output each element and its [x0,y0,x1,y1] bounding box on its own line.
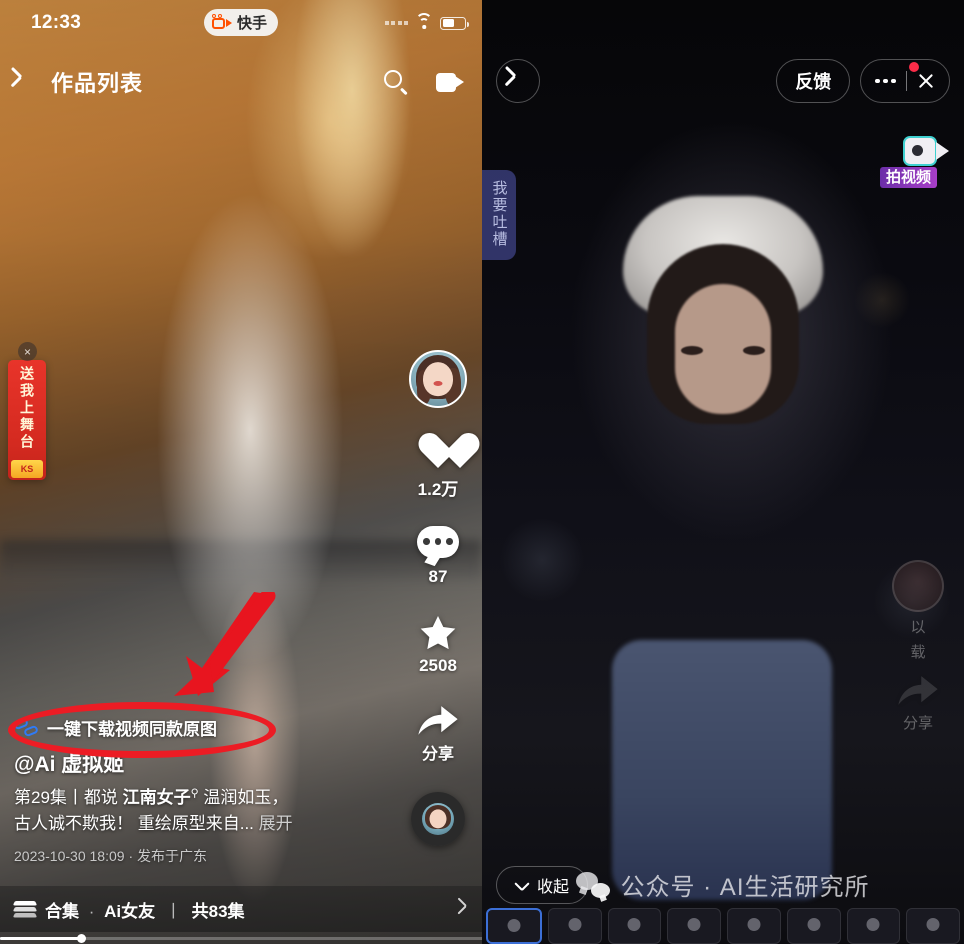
close-icon[interactable] [917,72,935,90]
promo-badge: KS [11,460,43,478]
thumbnail-item[interactable] [607,908,662,944]
more-dots-icon[interactable] [875,78,896,84]
wifi-icon [415,12,433,30]
shoot-video-badge[interactable]: 拍视频 [880,136,964,188]
collection-label: 合集 [45,901,79,921]
thumbnail-item[interactable] [906,908,960,944]
like-count: 1.2万 [417,480,459,499]
annotation-arrow-left [174,592,276,696]
status-bar: 12:33 快手 [0,0,482,46]
dimmed-text-1: 以 [910,619,926,636]
share-arrow-icon [418,706,458,735]
promo-banner-text: 送我上舞台 [19,366,35,451]
collection-divider: 丨 [164,901,182,921]
collection-separator: · [88,901,95,921]
more-close-group[interactable] [860,59,950,103]
wechat-icon [576,871,611,898]
thumbnail-item[interactable] [547,908,602,944]
favorite-button[interactable]: 2508 [417,613,459,676]
comment-count: 87 [428,567,448,586]
favorite-count: 2508 [419,656,457,675]
status-clock: 12:33 [31,12,82,33]
video-description: 第29集丨都说 江南女子⚲ 温润如玉， 古人诚不欺我！ 重绘原型来自... 展开 [14,785,394,836]
desc-prefix: 第29集丨都说 [14,788,123,807]
star-icon [420,616,456,650]
back-icon[interactable] [18,71,31,93]
thumbnail-item[interactable] [846,908,901,944]
kuaishou-app-badge: 快手 [203,9,279,36]
like-button[interactable]: 1.2万 [417,434,459,500]
dimmed-avatar [892,560,944,612]
watermark: 公众号 · AI生活研究所 [482,867,964,902]
share-label: 分享 [421,746,454,763]
dimmed-share-label: 分享 [902,715,933,732]
collection-bar[interactable]: 合集 · Ai女友 丨 共83集 [0,886,482,932]
desc-hashtag[interactable]: 江南女子 [123,788,191,807]
status-indicators [384,12,469,30]
dimmed-action-rail: 以 载 分享 [886,560,950,733]
desc-suffix: 温润如玉， [198,788,289,807]
video-timestamp: 2023-10-30 18:09 [14,848,125,864]
layers-icon [12,900,38,918]
music-disc[interactable] [411,792,465,846]
annotation-ellipse [8,702,276,758]
notification-dot [909,62,919,72]
kuaishou-logo-icon [211,14,232,30]
bg-model-figure [623,196,823,496]
collection-name: Ai女友 [104,901,156,921]
battery-icon [440,16,469,30]
search-icon[interactable] [384,70,408,96]
thumbnail-item[interactable] [667,908,721,944]
header-actions [384,70,464,96]
video-progress-bar[interactable] [0,934,482,943]
share-button[interactable]: 分享 [416,702,460,764]
action-rail: 1.2万 87 2508 分享 [406,350,470,846]
left-header: 作品列表 [0,58,482,106]
chevron-right-icon[interactable] [458,901,468,918]
thumbnail-filmstrip[interactable] [482,904,964,944]
comment-button[interactable]: 87 [417,526,459,587]
promo-close-icon[interactable]: × [18,342,37,361]
feedback-side-tab-label: 我要吐槽 [490,180,508,248]
page-title: 作品列表 [51,71,144,96]
signal-dots-icon [384,21,408,25]
expand-link[interactable]: 展开 [259,814,293,833]
thumbnail-item[interactable] [727,908,781,944]
kuaishou-label: 快手 [236,15,268,32]
dimmed-text-2: 载 [910,644,926,661]
right-screen: 反馈 我要吐槽 拍视频 以 载 分享 收起 公众号 · AI生活研究所 [482,0,964,944]
share-arrow-icon [898,676,938,705]
divider [905,71,907,91]
author-avatar[interactable] [409,350,467,408]
left-screen: 12:33 快手 作品列表 × 送我上舞台 KS 1.2万 87 2508 分享… [0,0,482,944]
dual-screenshot-container: 12:33 快手 作品列表 × 送我上舞台 KS 1.2万 87 2508 分享… [0,0,964,944]
collection-text: 合集 · Ai女友 丨 共83集 [45,897,245,922]
back-button[interactable] [496,59,540,103]
video-camera-icon[interactable] [436,72,464,92]
thumbnail-item[interactable] [486,908,542,944]
feedback-side-tab[interactable]: 我要吐槽 [482,170,516,260]
comment-icon [417,526,459,567]
right-header: 反馈 [482,56,964,106]
right-header-actions: 反馈 [776,59,950,103]
bg-lower-figure [612,640,832,900]
promo-banner[interactable]: 送我上舞台 KS [8,360,46,480]
video-location: · 发布于广东 [128,848,207,864]
search-sup-icon: ⚲ [190,787,199,800]
watermark-text: 公众号 · AI生活研究所 [620,874,870,901]
video-meta: 2023-10-30 18:09 · 发布于广东 [14,846,394,866]
thumbnail-item[interactable] [786,908,841,944]
desc-line2: 古人诚不欺我！ 重绘原型来自... [14,813,254,833]
shoot-video-label: 拍视频 [880,167,938,188]
feedback-button[interactable]: 反馈 [776,59,851,103]
collection-count: 共83集 [191,901,245,921]
shoot-camera-icon [903,136,949,166]
heart-icon [417,434,459,472]
